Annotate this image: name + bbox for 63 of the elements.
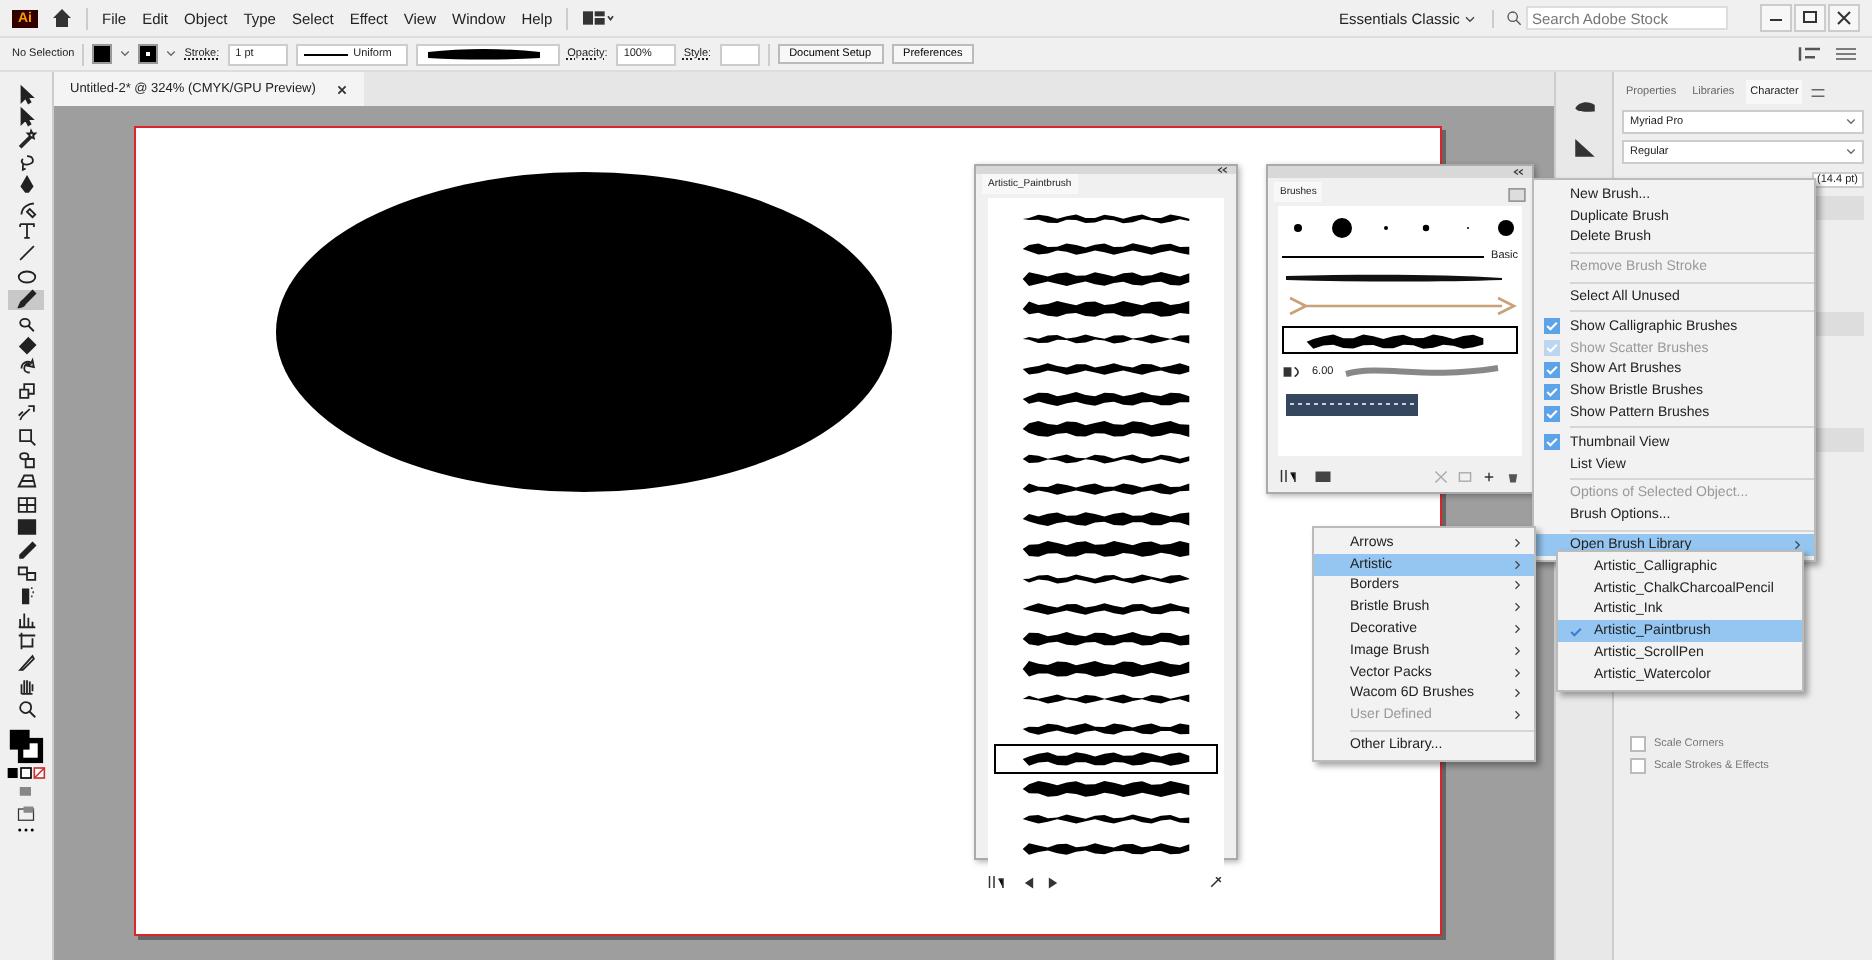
collapse-icon[interactable] (1216, 166, 1228, 174)
align-icon[interactable] (1796, 44, 1824, 64)
brush-swatch[interactable] (994, 744, 1218, 774)
checkbox[interactable] (1630, 736, 1646, 752)
pin-icon[interactable] (1208, 874, 1224, 890)
fill-swatch[interactable] (92, 44, 113, 64)
ellipse-tool-icon (15, 265, 37, 288)
direct-tool-icon (15, 106, 37, 129)
selection-tool-icon (15, 83, 37, 106)
more-tools-icon[interactable] (16, 825, 36, 834)
menu-icon[interactable] (1810, 85, 1827, 99)
chevron-down-icon[interactable] (1846, 118, 1856, 126)
maximize-icon[interactable] (1794, 4, 1826, 32)
collapse-icon[interactable] (1512, 168, 1524, 176)
previous-icon[interactable] (1022, 875, 1036, 889)
mesh-tool-icon (15, 493, 37, 516)
new-brush-icon[interactable] (1482, 469, 1496, 483)
symbols-panel-icon[interactable] (1571, 134, 1597, 160)
pen-tool-icon (15, 174, 37, 197)
gradient-tool-icon (15, 516, 37, 539)
chevron-down-icon[interactable] (1846, 148, 1856, 156)
scatter-brush-icon (1282, 364, 1304, 380)
chevron-down-icon (1464, 15, 1476, 23)
rotate-tool-icon (15, 356, 37, 379)
checkbox[interactable] (1630, 758, 1646, 774)
wand-tool-icon (15, 128, 37, 151)
caret-icon[interactable] (120, 50, 131, 58)
brush-stroke-preview-icon (423, 46, 544, 62)
transform-tool-icon (15, 425, 37, 448)
stroke-swatch[interactable] (138, 44, 159, 64)
perspective-tool-icon (15, 470, 37, 493)
brush-tool-icon (15, 288, 37, 311)
hand-tool-icon (15, 675, 37, 698)
color-mode-icon[interactable] (6, 765, 46, 780)
blend-tool-icon (15, 561, 37, 584)
zoom-tool-icon (15, 698, 37, 721)
caret-icon[interactable] (166, 50, 177, 58)
type-tool-icon (15, 220, 37, 243)
close-icon[interactable] (335, 83, 348, 95)
builder-tool-icon (15, 447, 37, 470)
scale-tool-icon (15, 379, 37, 402)
eraser-tool-icon (15, 334, 37, 356)
slice-tool-icon (15, 652, 37, 675)
home-icon[interactable] (50, 6, 74, 30)
menu-icon[interactable] (1832, 44, 1860, 64)
lasso-tool-icon (15, 151, 37, 174)
delete-icon[interactable] (1506, 469, 1520, 483)
workspace-switcher-icon[interactable] (580, 8, 617, 28)
brush-definition-dropdown[interactable] (415, 43, 560, 65)
curvature-tool-icon (15, 197, 37, 220)
screen-mode-icon[interactable] (16, 803, 36, 824)
minimize-icon[interactable] (1760, 4, 1792, 32)
search-icon[interactable] (1506, 10, 1522, 26)
tool-button[interactable] (8, 289, 44, 310)
basic-brush-line[interactable] (1282, 255, 1484, 257)
artboard-tool-icon (15, 630, 37, 653)
folder-icon[interactable] (1314, 468, 1332, 484)
fill-stroke-icon[interactable] (8, 727, 44, 764)
next-icon[interactable] (1046, 875, 1060, 889)
width-tool-icon (15, 402, 37, 425)
line-tool-icon (15, 242, 37, 265)
selected-brush-swatch[interactable] (1282, 326, 1518, 354)
eyedropper-tool-icon (15, 539, 37, 562)
